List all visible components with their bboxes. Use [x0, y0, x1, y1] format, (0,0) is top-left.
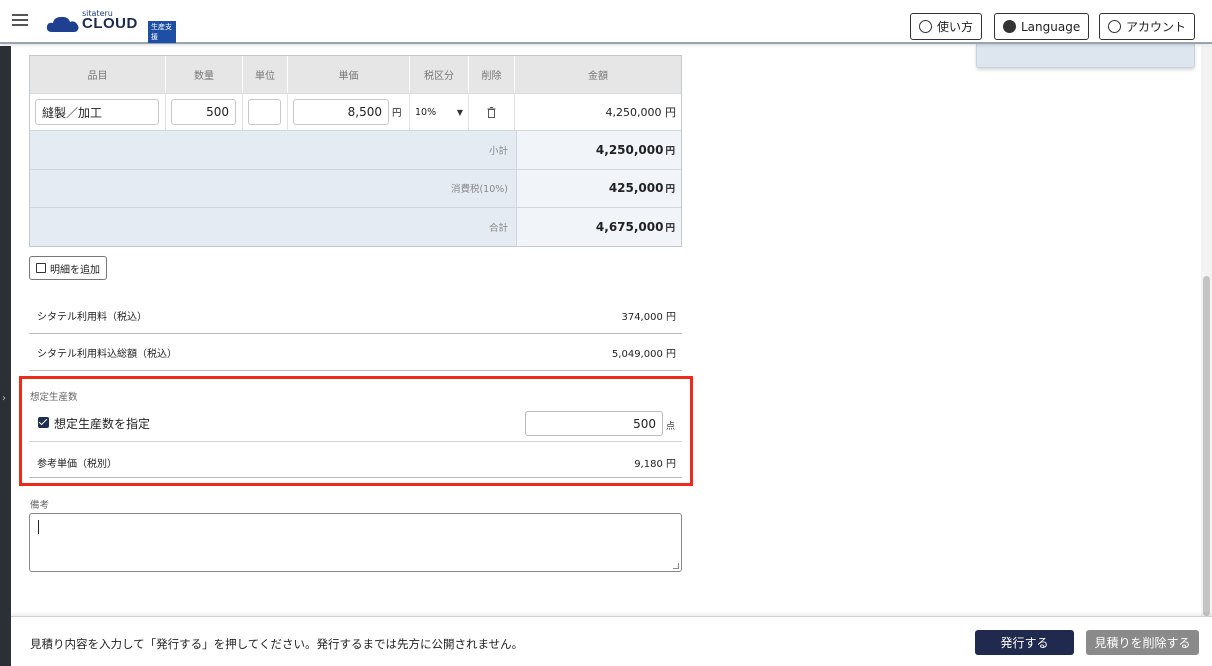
column-header-tax-class: 税区分 — [410, 56, 469, 93]
add-line-button[interactable]: 明細を追加 — [29, 256, 107, 280]
fee-label: シタテル利用料（税込） — [37, 311, 147, 323]
help-button[interactable]: 使い方 — [910, 13, 983, 40]
unit-price-currency: 円 — [392, 108, 402, 119]
subtotal-value: 4,250,000 — [595, 142, 664, 157]
total-currency: 円 — [665, 222, 675, 234]
notes-textarea[interactable] — [29, 513, 682, 572]
issue-button[interactable]: 発行する — [975, 630, 1074, 655]
tax-label: 消費税(10%) — [30, 169, 516, 207]
logo-brand-text: CLOUD — [82, 15, 138, 32]
account-button[interactable]: アカウント — [1099, 13, 1196, 40]
amount-cell: 4,250,000 円 — [605, 106, 676, 119]
column-header-amount: 金額 — [588, 71, 608, 82]
trash-icon — [487, 106, 496, 118]
logo-badge: 生産支援 — [148, 21, 176, 43]
total-value: 4,675,000 — [595, 219, 664, 234]
quantity-input[interactable]: 500 — [171, 99, 236, 125]
column-header-unit: 単位 — [243, 56, 288, 93]
delete-estimate-button[interactable]: 見積りを削除する — [1086, 630, 1199, 655]
tax-class-select[interactable]: 10% ▼ — [410, 94, 469, 130]
menu-icon[interactable] — [12, 14, 28, 26]
table-row: 縫製／加工 500 8,500 円 10% ▼ 4,250,000 円 — [30, 93, 681, 130]
unit-input[interactable] — [248, 99, 281, 125]
footer-message: 見積り内容を入力して「発行する」を押してください。発行するまでは先方に公開されま… — [30, 637, 524, 651]
production-section-label: 想定生産数 — [30, 392, 78, 403]
production-quantity-input[interactable]: 500 — [525, 411, 663, 436]
caret-down-icon: ▼ — [456, 107, 463, 117]
question-circle-icon — [919, 20, 932, 33]
column-header-quantity: 数量 — [166, 56, 243, 93]
delete-row-button[interactable] — [469, 94, 515, 130]
fee-row: シタテル利用料（税込） 374,000 円 — [29, 297, 682, 334]
app-header: sitateru CLOUD 生産支援 使い方 Language アカウント — [0, 0, 1212, 44]
add-line-icon — [36, 263, 46, 273]
reference-price-value: 9,180 円 — [634, 459, 676, 470]
unit-price-input[interactable]: 8,500 — [293, 99, 389, 125]
resize-handle-icon[interactable] — [673, 563, 679, 569]
fee-total-value: 5,049,000 円 — [611, 348, 676, 360]
subtotal-currency: 円 — [665, 145, 675, 157]
column-header-item: 品目 — [30, 56, 166, 93]
cloud-logo-icon — [46, 16, 79, 32]
notes-label: 備考 — [30, 500, 50, 511]
user-circle-icon — [1108, 20, 1121, 33]
scrollbar[interactable] — [1201, 46, 1212, 616]
production-checkbox[interactable] — [38, 417, 49, 428]
total-label: 合計 — [30, 208, 516, 246]
fee-total-label: シタテル利用料込総額（税込） — [37, 348, 177, 360]
action-footer: 見積り内容を入力して「発行する」を押してください。発行するまでは先方に公開されま… — [11, 616, 1212, 666]
divider — [29, 477, 682, 478]
table-header-row: 品目 数量 単位 単価 税区分 削除 金額 — [30, 56, 681, 93]
help-button-label: 使い方 — [937, 20, 974, 34]
add-line-label: 明細を追加 — [50, 264, 100, 276]
subtotal-row: 小計 4,250,000 円 — [30, 130, 681, 169]
language-button-label: Language — [1021, 19, 1081, 34]
scrollbar-thumb[interactable] — [1203, 276, 1210, 616]
text-caret — [38, 520, 39, 534]
globe-icon — [1003, 20, 1016, 33]
language-button[interactable]: Language — [994, 13, 1090, 40]
account-button-label: アカウント — [1126, 20, 1187, 34]
total-row: 合計 4,675,000 円 — [30, 207, 681, 246]
column-header-delete: 削除 — [469, 56, 515, 93]
tax-row: 消費税(10%) 425,000 円 — [30, 168, 681, 207]
tax-currency: 円 — [665, 184, 675, 196]
subtotal-label: 小計 — [30, 131, 516, 169]
estimate-table: 品目 数量 単位 単価 税区分 削除 金額 縫製／加工 500 8,500 円 … — [29, 55, 682, 247]
left-sidebar-rail[interactable]: › — [0, 46, 11, 666]
chevron-right-icon[interactable]: › — [2, 393, 6, 404]
tax-value: 425,000 — [608, 181, 664, 196]
production-quantity-unit: 点 — [666, 422, 676, 432]
divider — [29, 441, 682, 442]
tax-class-value: 10% — [415, 106, 437, 118]
dropdown-panel — [976, 44, 1195, 68]
reference-price-label: 参考単価（税別） — [37, 459, 117, 470]
fee-value: 374,000 円 — [621, 311, 676, 323]
production-checkbox-label[interactable]: 想定生産数を指定 — [54, 415, 150, 432]
logo[interactable]: sitateru CLOUD 生産支援 — [46, 9, 176, 43]
item-input[interactable]: 縫製／加工 — [35, 99, 159, 125]
fee-total-row: シタテル利用料込総額（税込） 5,049,000 円 — [29, 334, 682, 371]
column-header-unit-price: 単価 — [288, 56, 410, 93]
